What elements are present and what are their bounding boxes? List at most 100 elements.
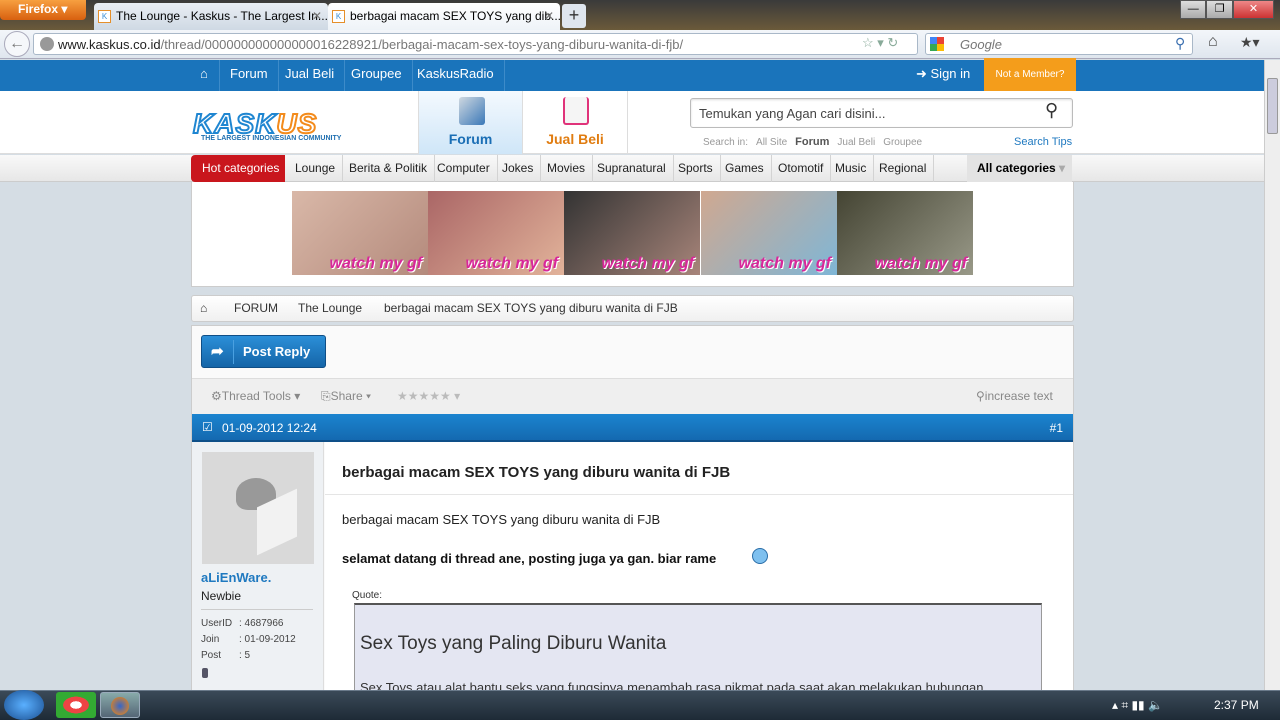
user-stats: UserID: 4687966 Join: 01-09-2012 Post: 5 — [201, 616, 296, 664]
tray-icons[interactable]: ▴ ⌗ ▮▮ 🔈 — [1112, 698, 1163, 713]
google-icon[interactable] — [930, 37, 944, 51]
home-icon[interactable]: ⌂ — [190, 60, 220, 91]
checkbox-icon[interactable]: ☑ — [202, 420, 213, 434]
divider — [325, 494, 1073, 495]
close-tab-icon[interactable]: ✕ — [312, 9, 322, 23]
post-count-label: Post — [201, 650, 222, 661]
bookmark-star-reload-icons[interactable]: ☆ ▾ ↻ — [862, 35, 898, 51]
chrome-taskbar-icon[interactable] — [56, 692, 96, 718]
back-button[interactable]: ← — [4, 31, 30, 57]
url-bar[interactable]: www.kaskus.co.id/thread/0000000000000000… — [33, 33, 918, 55]
post-title: berbagai macam SEX TOYS yang diburu wani… — [342, 464, 731, 481]
scope-jual-beli[interactable]: Jual Beli — [837, 137, 875, 148]
topnav-forum[interactable]: Forum — [220, 60, 279, 91]
scope-all-site[interactable]: All Site — [756, 137, 787, 148]
search-tips-link[interactable]: Search Tips — [1014, 136, 1072, 148]
reply-arrow-icon: ➦ — [211, 343, 224, 360]
home-icon[interactable]: ⌂ — [200, 295, 207, 322]
increase-text-label: increase text — [984, 389, 1053, 403]
category-sports[interactable]: Sports — [671, 155, 721, 182]
category-games[interactable]: Games — [718, 155, 772, 182]
topnav-kaskusradio[interactable]: KaskusRadio — [407, 60, 505, 91]
ad-image[interactable]: watch my gf — [837, 191, 973, 275]
reputation-icon — [202, 668, 208, 678]
ad-watermark: watch my gf — [465, 255, 558, 272]
ad-watermark: watch my gf — [329, 255, 422, 272]
category-lounge[interactable]: Lounge — [288, 155, 344, 182]
post-text: berbagai macam SEX TOYS yang diburu wani… — [342, 512, 661, 527]
category-music[interactable]: Music — [828, 155, 875, 182]
search-icon[interactable]: ⚲ — [1175, 35, 1185, 52]
jual-beli-tab[interactable]: Jual Beli — [523, 91, 628, 154]
not-member-button[interactable]: Not a Member? — [984, 58, 1076, 94]
thread-tools-dropdown[interactable]: ⚙Thread Tools ▾ — [211, 389, 300, 403]
avatar[interactable] — [202, 452, 314, 564]
ad-image[interactable]: watch my gf — [701, 191, 837, 275]
post-header: ☑ 01-09-2012 12:24 #1 — [192, 414, 1073, 442]
ad-image[interactable]: watch my gf — [428, 191, 564, 275]
rating-stars-dropdown[interactable]: ★★★★★ ▾ — [397, 389, 460, 403]
forum-tab[interactable]: Forum — [418, 91, 523, 154]
close-window-button[interactable]: ✕ — [1232, 0, 1274, 19]
category-berita-politik[interactable]: Berita & Politik — [342, 155, 436, 182]
start-button[interactable] — [4, 690, 44, 720]
breadcrumb-current: berbagai macam SEX TOYS yang diburu wani… — [384, 301, 678, 315]
site-search-input[interactable]: Temukan yang Agan cari disini... — [690, 98, 1073, 128]
topnav-groupee[interactable]: Groupee — [341, 60, 413, 91]
breadcrumb-forum[interactable]: FORUM — [234, 295, 278, 322]
category-computer[interactable]: Computer — [430, 155, 498, 182]
category-regional[interactable]: Regional — [872, 155, 935, 182]
windows-taskbar — [0, 690, 1280, 720]
firefox-menu-button[interactable]: Firefox ▾ — [0, 0, 86, 20]
quote-title: Sex Toys yang Paling Diburu Wanita — [360, 633, 667, 654]
globe-icon — [40, 37, 54, 51]
ad-watermark: watch my gf — [874, 255, 967, 272]
tab-title: berbagai macam SEX TOYS yang dib... — [350, 9, 560, 23]
cart-icon — [563, 97, 589, 125]
tab-the-lounge[interactable]: K The Lounge - Kaskus - The Largest In...… — [94, 3, 328, 30]
search-icon[interactable]: ⚲ — [1045, 100, 1058, 121]
browser-search-input[interactable]: Google — [925, 33, 1193, 55]
sign-in-link[interactable]: ➜ Sign in — [906, 60, 980, 91]
minimize-button[interactable]: — — [1180, 0, 1207, 19]
topnav-jual-beli[interactable]: Jual Beli — [275, 60, 346, 91]
site-header — [0, 91, 1264, 154]
kaskus-favicon: K — [332, 10, 345, 23]
close-tab-icon[interactable]: ✕ — [544, 9, 554, 23]
post-reply-button[interactable]: ➦ Post Reply — [201, 335, 326, 368]
search-engine-label: Google — [960, 37, 1002, 52]
tab-thread[interactable]: Kberbagai macam SEX TOYS yang dib... ✕ — [328, 3, 560, 30]
forum-icon — [459, 97, 485, 125]
firefox-taskbar-icon[interactable] — [100, 692, 140, 718]
bookmarks-icon[interactable]: ★▾ — [1240, 34, 1260, 51]
logo-tagline: THE LARGEST INDONESIAN COMMUNITY — [201, 135, 342, 142]
all-categories-label: All categories — [977, 161, 1056, 175]
new-tab-button[interactable]: + — [562, 4, 586, 28]
quote-box: Sex Toys yang Paling Diburu Wanita Sex T… — [354, 603, 1042, 695]
tab-title: The Lounge - Kaskus - The Largest In... — [116, 9, 328, 23]
maximize-button[interactable]: ❐ — [1206, 0, 1233, 19]
ad-watermark: watch my gf — [738, 255, 831, 272]
clock[interactable]: 2:37 PM — [1214, 698, 1259, 712]
category-jokes[interactable]: Jokes — [495, 155, 542, 182]
share-dropdown[interactable]: ⎘Share ▾ — [321, 389, 371, 404]
home-icon[interactable]: ⌂ — [1208, 33, 1218, 51]
jual-beli-tab-label: Jual Beli — [546, 131, 604, 147]
page-scrollbar[interactable] — [1264, 60, 1280, 690]
category-supranatural[interactable]: Supranatural — [590, 155, 674, 182]
breadcrumb-the-lounge[interactable]: The Lounge — [298, 295, 362, 322]
increase-text-link[interactable]: ⚲increase text — [976, 389, 1053, 403]
userid-label: UserID — [201, 618, 233, 629]
scope-forum[interactable]: Forum — [795, 136, 829, 148]
scrollbar-thumb[interactable] — [1267, 78, 1278, 134]
scope-groupee[interactable]: Groupee — [883, 137, 922, 148]
all-categories-dropdown[interactable]: All categories ▾ — [967, 155, 1072, 182]
username-link[interactable]: aLiEnWare. — [201, 570, 271, 585]
join-value: : 01-09-2012 — [239, 634, 296, 645]
post-reply-label: Post Reply — [243, 344, 311, 359]
post-number-link[interactable]: #1 — [1050, 421, 1063, 435]
category-movies[interactable]: Movies — [540, 155, 594, 182]
category-otomotif[interactable]: Otomotif — [771, 155, 832, 182]
ad-image[interactable]: watch my gf — [292, 191, 428, 275]
ad-image[interactable]: watch my gf — [564, 191, 700, 275]
